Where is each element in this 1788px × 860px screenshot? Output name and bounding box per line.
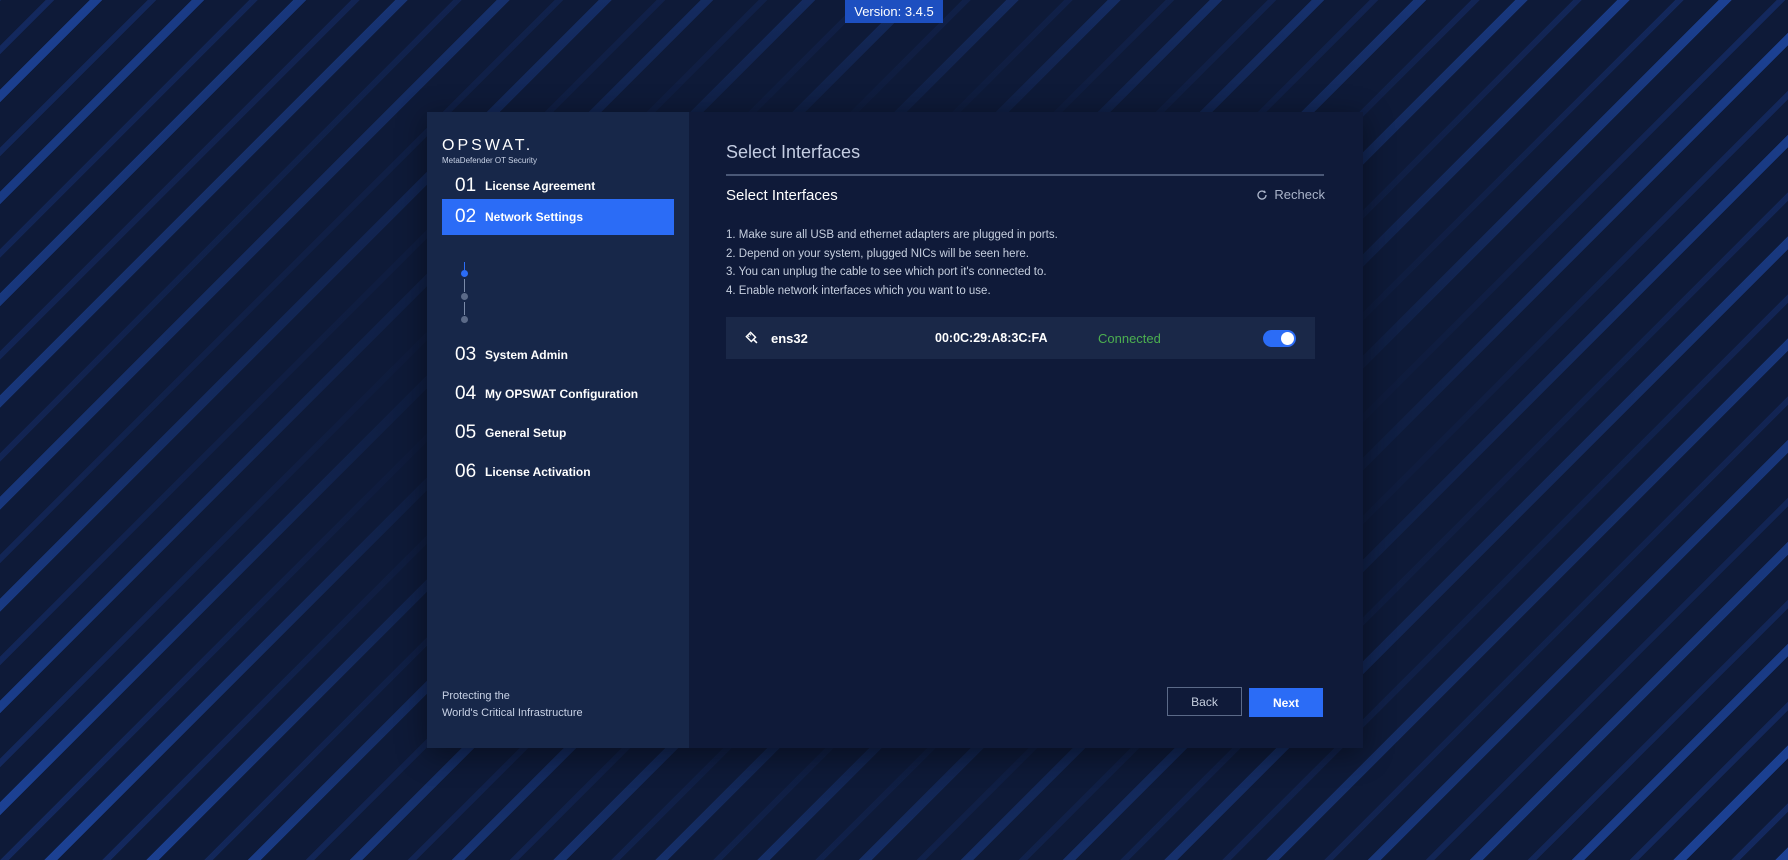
interface-name: ens32 xyxy=(771,330,808,346)
step-license-activation[interactable]: 06 License Activation xyxy=(442,454,674,490)
step-number: 04 xyxy=(455,383,477,404)
refresh-icon xyxy=(1257,189,1268,200)
interface-row: ens32 00:0C:29:A8:3C:FA Connected xyxy=(726,317,1315,359)
interface-enable-toggle[interactable] xyxy=(1263,330,1296,347)
next-button[interactable]: Next xyxy=(1249,688,1323,717)
tagline: Protecting the World's Critical Infrastr… xyxy=(442,688,583,722)
ethernet-plug-icon xyxy=(745,331,758,344)
step-label: Network Settings xyxy=(485,210,584,224)
step-label: General Setup xyxy=(485,426,567,440)
step-number: 01 xyxy=(455,175,477,196)
step-label: System Admin xyxy=(485,348,568,362)
version-badge: Version: 3.4.5 xyxy=(845,0,943,23)
product-name: MetaDefender OT Security xyxy=(442,156,538,165)
step-my-opswat-configuration[interactable]: 04 My OPSWAT Configuration xyxy=(442,376,674,412)
recheck-button[interactable]: Recheck xyxy=(1256,187,1325,202)
step-general-setup[interactable]: 05 General Setup xyxy=(442,415,674,451)
toggle-knob xyxy=(1281,332,1294,345)
step-label: License Agreement xyxy=(485,179,596,193)
instruction-item: 4. Enable network interfaces which you w… xyxy=(726,284,991,297)
step-number: 03 xyxy=(455,344,477,365)
title-divider xyxy=(726,174,1324,176)
tagline-line-2: World's Critical Infrastructure xyxy=(442,707,583,719)
instruction-item: 1. Make sure all USB and ethernet adapte… xyxy=(726,229,1058,241)
tagline-line-1: Protecting the xyxy=(442,690,510,702)
instructions-list: 1. Make sure all USB and ethernet adapte… xyxy=(726,226,1058,300)
substep-progress xyxy=(460,262,470,332)
step-number: 05 xyxy=(455,422,477,443)
instruction-item: 2. Depend on your system, plugged NICs w… xyxy=(726,247,1029,260)
interface-status: Connected xyxy=(1098,330,1161,346)
instruction-item: 3. You can unplug the cable to see which… xyxy=(726,266,1047,278)
section-title: Select Interfaces xyxy=(726,187,838,204)
step-number: 02 xyxy=(455,206,477,227)
step-label: My OPSWAT Configuration xyxy=(485,387,639,401)
step-network-settings[interactable]: 02 Network Settings xyxy=(442,199,674,235)
wizard-content: Select Interfaces Select Interfaces Rech… xyxy=(689,112,1363,748)
step-label: License Activation xyxy=(485,465,591,479)
recheck-label: Recheck xyxy=(1274,187,1325,202)
page-title: Select Interfaces xyxy=(726,142,861,162)
substep-connector xyxy=(464,279,465,292)
substep-connector xyxy=(464,302,465,315)
opswat-logo: OPSWAT. xyxy=(442,137,534,154)
step-number: 06 xyxy=(455,461,477,482)
substep-connector xyxy=(464,262,465,270)
wizard-sidebar: OPSWAT. MetaDefender OT Security 01 Lice… xyxy=(427,112,689,748)
substep-dot xyxy=(461,293,468,300)
setup-wizard-dialog: OPSWAT. MetaDefender OT Security 01 Lice… xyxy=(427,112,1363,748)
step-system-admin[interactable]: 03 System Admin xyxy=(442,337,674,373)
substep-dot xyxy=(461,316,468,323)
back-button[interactable]: Back xyxy=(1167,687,1242,716)
interface-mac-address: 00:0C:29:A8:3C:FA xyxy=(935,331,1048,345)
substep-dot-active xyxy=(461,270,468,277)
